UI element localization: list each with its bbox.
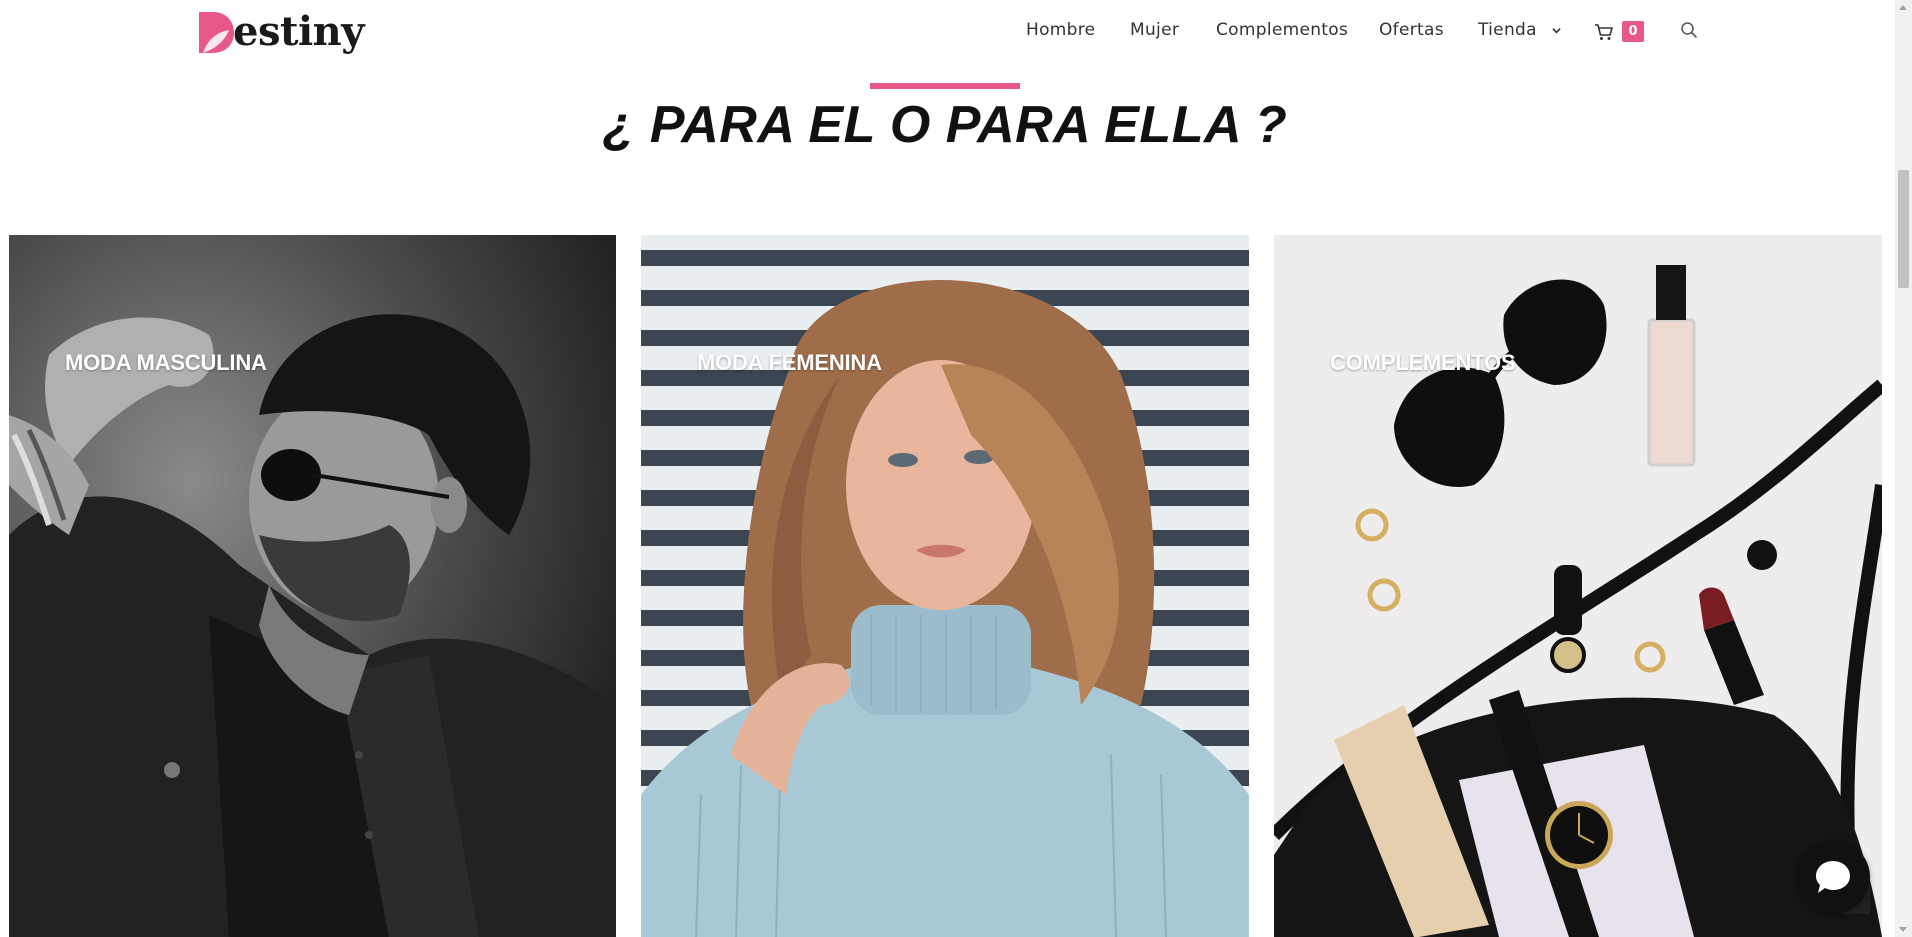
cart-count-badge: 0 xyxy=(1622,21,1644,42)
woman-in-turtleneck-photo xyxy=(641,235,1249,937)
category-label: MODA MASCULINA xyxy=(65,350,267,375)
search-icon[interactable] xyxy=(1680,21,1698,39)
scroll-down-arrow-icon[interactable] xyxy=(1899,927,1907,932)
site-logo[interactable]: estiny xyxy=(195,4,364,60)
chevron-down-icon xyxy=(1551,27,1561,33)
nav-item-mujer[interactable]: Mujer xyxy=(1130,20,1179,40)
site-header: estiny Hombre Mujer Complementos Ofertas… xyxy=(0,0,1895,62)
scroll-up-arrow-icon[interactable] xyxy=(1899,5,1907,10)
chat-button[interactable] xyxy=(1796,840,1870,914)
category-card-complementos[interactable]: COMPLEMENTOS xyxy=(1274,235,1882,937)
title-accent-bar xyxy=(870,83,1020,89)
man-with-sunglasses-photo xyxy=(9,235,616,937)
category-card-moda-masculina[interactable]: MODA MASCULINA xyxy=(9,235,616,937)
cart-button[interactable]: 0 xyxy=(1594,20,1644,44)
chat-icon xyxy=(1816,861,1850,893)
nav-item-hombre[interactable]: Hombre xyxy=(1026,20,1095,40)
section-title: ¿ PARA EL O PARA ELLA ? xyxy=(602,96,1288,154)
page-scrollbar[interactable] xyxy=(1895,0,1912,937)
logo-text: estiny xyxy=(233,8,364,55)
nav-item-complementos[interactable]: Complementos xyxy=(1216,20,1348,40)
nav-item-tienda-label: Tienda xyxy=(1478,20,1537,40)
nav-item-tienda[interactable]: Tienda xyxy=(1478,20,1561,40)
category-label: MODA FEMENINA xyxy=(697,350,882,375)
scrollbar-thumb[interactable] xyxy=(1898,170,1909,288)
category-card-moda-femenina[interactable]: MODA FEMENINA xyxy=(641,235,1249,937)
nav-item-ofertas[interactable]: Ofertas xyxy=(1379,20,1444,40)
category-label: COMPLEMENTOS xyxy=(1330,350,1516,375)
logo-mark-icon xyxy=(199,12,234,53)
page: estiny Hombre Mujer Complementos Ofertas… xyxy=(0,0,1912,937)
cart-icon xyxy=(1595,24,1613,40)
accessories-flatlay-photo xyxy=(1274,235,1882,937)
